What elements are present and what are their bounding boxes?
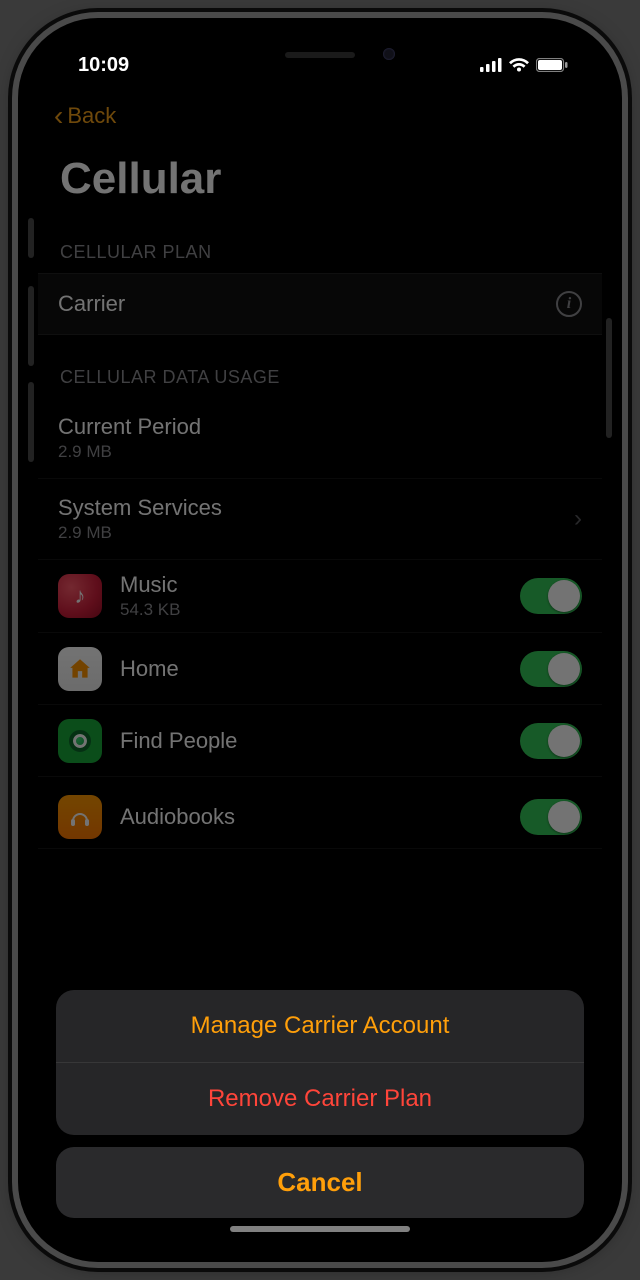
system-services-value: 2.9 MB <box>58 523 566 543</box>
phone-frame: 10:09 ‹ Back Cellular CELLULAR PLAN <box>18 18 622 1262</box>
carrier-label: Carrier <box>58 291 556 317</box>
system-services-row[interactable]: System Services 2.9 MB › <box>38 479 602 560</box>
silent-switch[interactable] <box>28 218 34 258</box>
toggle-find-people[interactable] <box>520 723 582 759</box>
notch <box>195 38 445 72</box>
system-services-label: System Services <box>58 495 566 521</box>
cancel-button[interactable]: Cancel <box>56 1147 584 1218</box>
app-row-audiobooks: Audiobooks <box>38 777 602 849</box>
current-period-label: Current Period <box>58 414 582 440</box>
app-row-home: Home <box>38 633 602 705</box>
back-chevron-icon[interactable]: ‹ <box>54 100 63 132</box>
find-people-icon <box>58 719 102 763</box>
section-header-usage: CELLULAR DATA USAGE <box>38 335 602 398</box>
nav-bar: ‹ Back <box>38 92 602 136</box>
current-period-value: 2.9 MB <box>58 442 582 462</box>
volume-down-button[interactable] <box>28 382 34 462</box>
cellular-signal-icon <box>480 58 502 72</box>
current-period-row: Current Period 2.9 MB <box>38 398 602 479</box>
action-sheet: Manage Carrier Account Remove Carrier Pl… <box>56 990 584 1218</box>
app-name: Audiobooks <box>120 804 520 830</box>
status-time: 10:09 <box>78 54 129 77</box>
app-detail: 54.3 KB <box>120 600 520 620</box>
toggle-audiobooks[interactable] <box>520 799 582 835</box>
info-icon[interactable]: i <box>556 291 582 317</box>
audiobooks-icon <box>58 795 102 839</box>
battery-icon <box>536 58 568 72</box>
music-icon: ♪ <box>58 574 102 618</box>
app-row-music: ♪ Music 54.3 KB <box>38 560 602 633</box>
app-row-find-people: Find People <box>38 705 602 777</box>
section-header-plan: CELLULAR PLAN <box>38 228 602 273</box>
back-button[interactable]: Back <box>67 103 116 129</box>
action-sheet-group: Manage Carrier Account Remove Carrier Pl… <box>56 990 584 1135</box>
screen: 10:09 ‹ Back Cellular CELLULAR PLAN <box>38 38 602 1242</box>
power-button[interactable] <box>606 318 612 438</box>
toggle-home[interactable] <box>520 651 582 687</box>
app-name: Music <box>120 572 520 598</box>
volume-up-button[interactable] <box>28 286 34 366</box>
app-name: Home <box>120 656 520 682</box>
app-name: Find People <box>120 728 520 754</box>
manage-carrier-account-button[interactable]: Manage Carrier Account <box>56 990 584 1063</box>
wifi-icon <box>508 57 530 73</box>
home-indicator[interactable] <box>230 1226 410 1232</box>
chevron-right-icon: › <box>566 505 582 533</box>
page-title: Cellular <box>38 136 602 228</box>
home-icon <box>58 647 102 691</box>
toggle-music[interactable] <box>520 578 582 614</box>
remove-carrier-plan-button[interactable]: Remove Carrier Plan <box>56 1063 584 1135</box>
carrier-row[interactable]: Carrier i <box>38 273 602 335</box>
content-scroll: ‹ Back Cellular CELLULAR PLAN Carrier i … <box>38 92 602 849</box>
